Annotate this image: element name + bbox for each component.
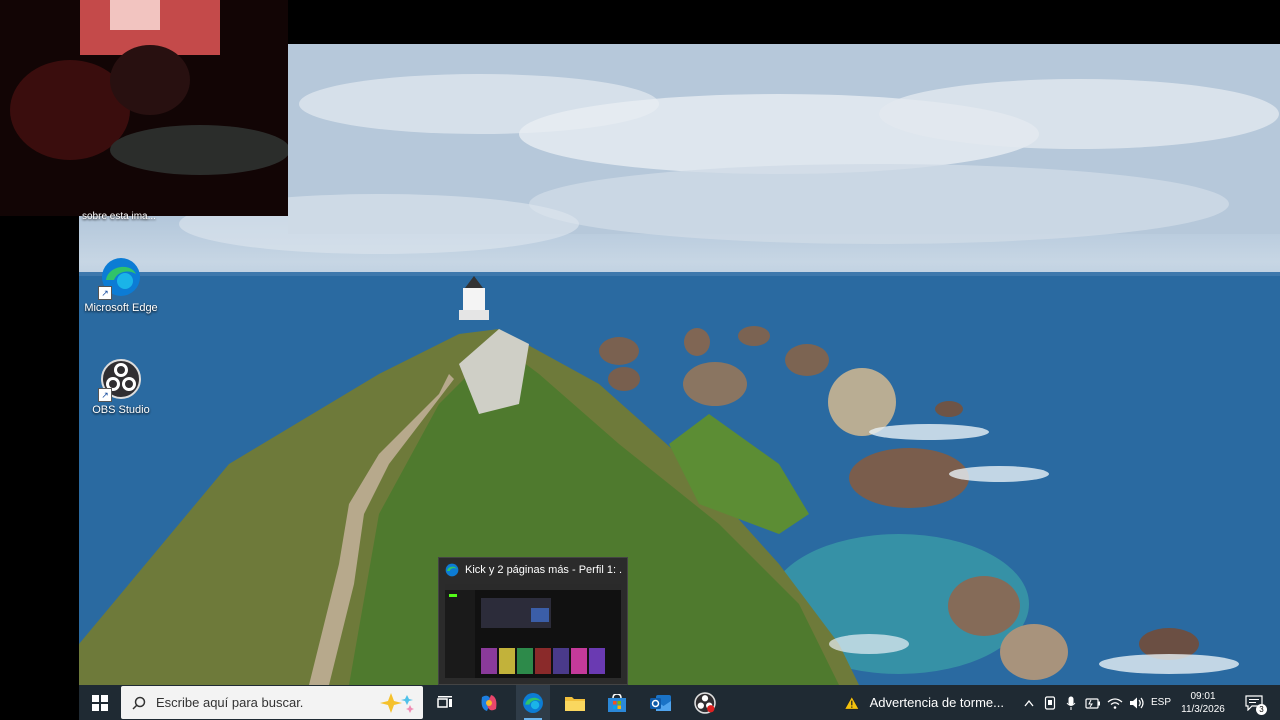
volume-button[interactable] <box>1127 685 1147 720</box>
task-view-icon <box>437 695 452 708</box>
clock-date: 11/3/2026 <box>1181 703 1225 715</box>
webcam-overlay <box>0 0 288 216</box>
notification-center-button[interactable]: 3 <box>1239 685 1269 720</box>
store-button[interactable] <box>600 685 634 720</box>
clock-time: 09:01 <box>1190 690 1216 702</box>
edge-icon: ↗ <box>98 256 142 300</box>
edge-icon <box>445 563 459 582</box>
desktop-icon-obs[interactable]: ↗ OBS Studio <box>79 358 166 416</box>
desktop-icon-label: Microsoft Edge <box>84 302 158 314</box>
search-box[interactable]: Escribe aquí para buscar. <box>121 686 423 719</box>
obs-icon: ↗ <box>98 358 142 402</box>
copilot-icon <box>481 694 497 711</box>
chevron-up-icon <box>1024 699 1034 706</box>
sparkle-icon <box>380 693 414 713</box>
taskbar: Escribe aquí para buscar. Advertencia de… <box>79 685 1280 720</box>
edge-icon <box>523 692 543 713</box>
microphone-icon <box>1066 696 1076 710</box>
search-placeholder: Escribe aquí para buscar. <box>156 695 304 710</box>
weather-widget[interactable]: Advertencia de torme... <box>844 685 1004 720</box>
desktop-icon-partial-label: sobre esta ima... <box>82 211 156 222</box>
weather-text: Advertencia de torme... <box>869 695 1004 710</box>
outlook-button[interactable] <box>644 685 678 720</box>
battery-icon <box>1085 697 1100 709</box>
preview-thumbnail[interactable] <box>445 584 621 678</box>
show-hidden-icons-button[interactable] <box>1020 685 1038 720</box>
preview-title: Kick y 2 páginas más - Perfil 1: ... <box>465 564 623 576</box>
search-icon <box>132 696 146 710</box>
copilot-button[interactable] <box>472 685 506 720</box>
edge-taskbar-button[interactable] <box>516 685 550 720</box>
windows-icon <box>92 694 108 711</box>
tray-device-button[interactable] <box>1041 685 1059 720</box>
desktop-icon-label: OBS Studio <box>92 404 150 416</box>
battery-button[interactable] <box>1083 685 1103 720</box>
task-view-button[interactable] <box>429 685 461 720</box>
volume-icon <box>1130 697 1144 708</box>
outlook-icon <box>650 694 671 711</box>
desktop-icon-edge[interactable]: ↗ Microsoft Edge <box>79 256 166 314</box>
folder-icon <box>565 696 585 711</box>
language-indicator[interactable]: ESP <box>1149 685 1173 720</box>
start-button[interactable] <box>79 685 121 720</box>
device-icon <box>1044 695 1056 710</box>
notification-count-badge: 3 <box>1256 704 1267 715</box>
network-button[interactable] <box>1105 685 1125 720</box>
store-icon <box>608 693 626 712</box>
taskbar-window-preview[interactable]: Kick y 2 páginas más - Perfil 1: ... <box>438 557 628 685</box>
file-explorer-button[interactable] <box>558 685 592 720</box>
obs-taskbar-button[interactable] <box>688 685 722 720</box>
warning-icon <box>844 695 860 710</box>
wifi-icon <box>1107 697 1123 709</box>
clock[interactable]: 09:01 11/3/2026 <box>1179 685 1227 720</box>
microphone-button[interactable] <box>1062 685 1080 720</box>
obs-icon <box>694 691 716 714</box>
